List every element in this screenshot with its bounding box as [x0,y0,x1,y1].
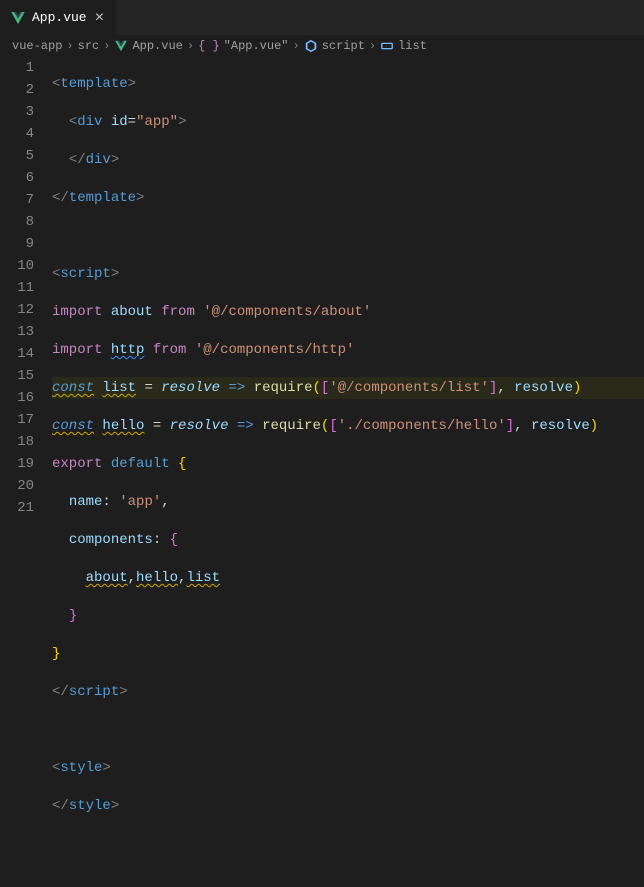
code-line[interactable]: <script> [52,263,644,285]
chevron-right-icon: › [292,39,299,53]
line-numbers: 123456789101112131415161718192021 [0,57,52,887]
code-line[interactable]: name: 'app', [52,491,644,513]
breadcrumb-label: App.vue [132,39,182,53]
vue-icon [10,10,26,26]
module-icon [304,39,318,53]
code-line[interactable]: </template> [52,187,644,209]
breadcrumb: vue-app › src › App.vue › { } "App.vue" … [0,35,644,57]
code-line[interactable]: } [52,605,644,627]
vue-icon [114,39,128,53]
code-line[interactable] [52,225,644,247]
code-line-active[interactable]: const list = resolve => require(['@/comp… [52,377,644,399]
code-line[interactable]: </script> [52,681,644,703]
breadcrumb-item[interactable]: vue-app [12,39,62,53]
breadcrumb-item[interactable]: App.vue [114,39,182,53]
tab-bar: App.vue × [0,0,644,35]
code-line[interactable]: const hello = resolve => require(['./com… [52,415,644,437]
code-line[interactable]: </div> [52,149,644,171]
code-line[interactable]: about,hello,list [52,567,644,589]
tab-label: App.vue [32,10,87,25]
code-line[interactable]: export default { [52,453,644,475]
breadcrumb-item[interactable]: list [380,39,427,53]
chevron-right-icon: › [369,39,376,53]
code-line[interactable]: import about from '@/components/about' [52,301,644,323]
chevron-right-icon: › [103,39,110,53]
close-icon[interactable]: × [93,9,107,27]
tab-app-vue[interactable]: App.vue × [0,0,116,35]
code-line[interactable]: import http from '@/components/http' [52,339,644,361]
chevron-right-icon: › [187,39,194,53]
chevron-right-icon: › [66,39,73,53]
code-line[interactable]: <div id="app"> [52,111,644,133]
breadcrumb-label: list [398,39,427,53]
braces-icon: { } [198,39,220,53]
code-line[interactable] [52,719,644,741]
breadcrumb-item[interactable]: script [304,39,365,53]
code-line[interactable]: <template> [52,73,644,95]
code-line[interactable] [52,833,644,855]
code-line[interactable]: components: { [52,529,644,551]
code-area[interactable]: <template> <div id="app"> </div> </templ… [52,57,644,887]
breadcrumb-item[interactable]: src [78,39,100,53]
breadcrumb-item[interactable]: { } "App.vue" [198,39,288,53]
code-line[interactable]: <style> [52,757,644,779]
code-line[interactable]: } [52,643,644,665]
code-line[interactable]: </style> [52,795,644,817]
breadcrumb-label: script [322,39,365,53]
breadcrumb-label: "App.vue" [224,39,289,53]
variable-icon [380,39,394,53]
editor[interactable]: 123456789101112131415161718192021 <templ… [0,57,644,887]
